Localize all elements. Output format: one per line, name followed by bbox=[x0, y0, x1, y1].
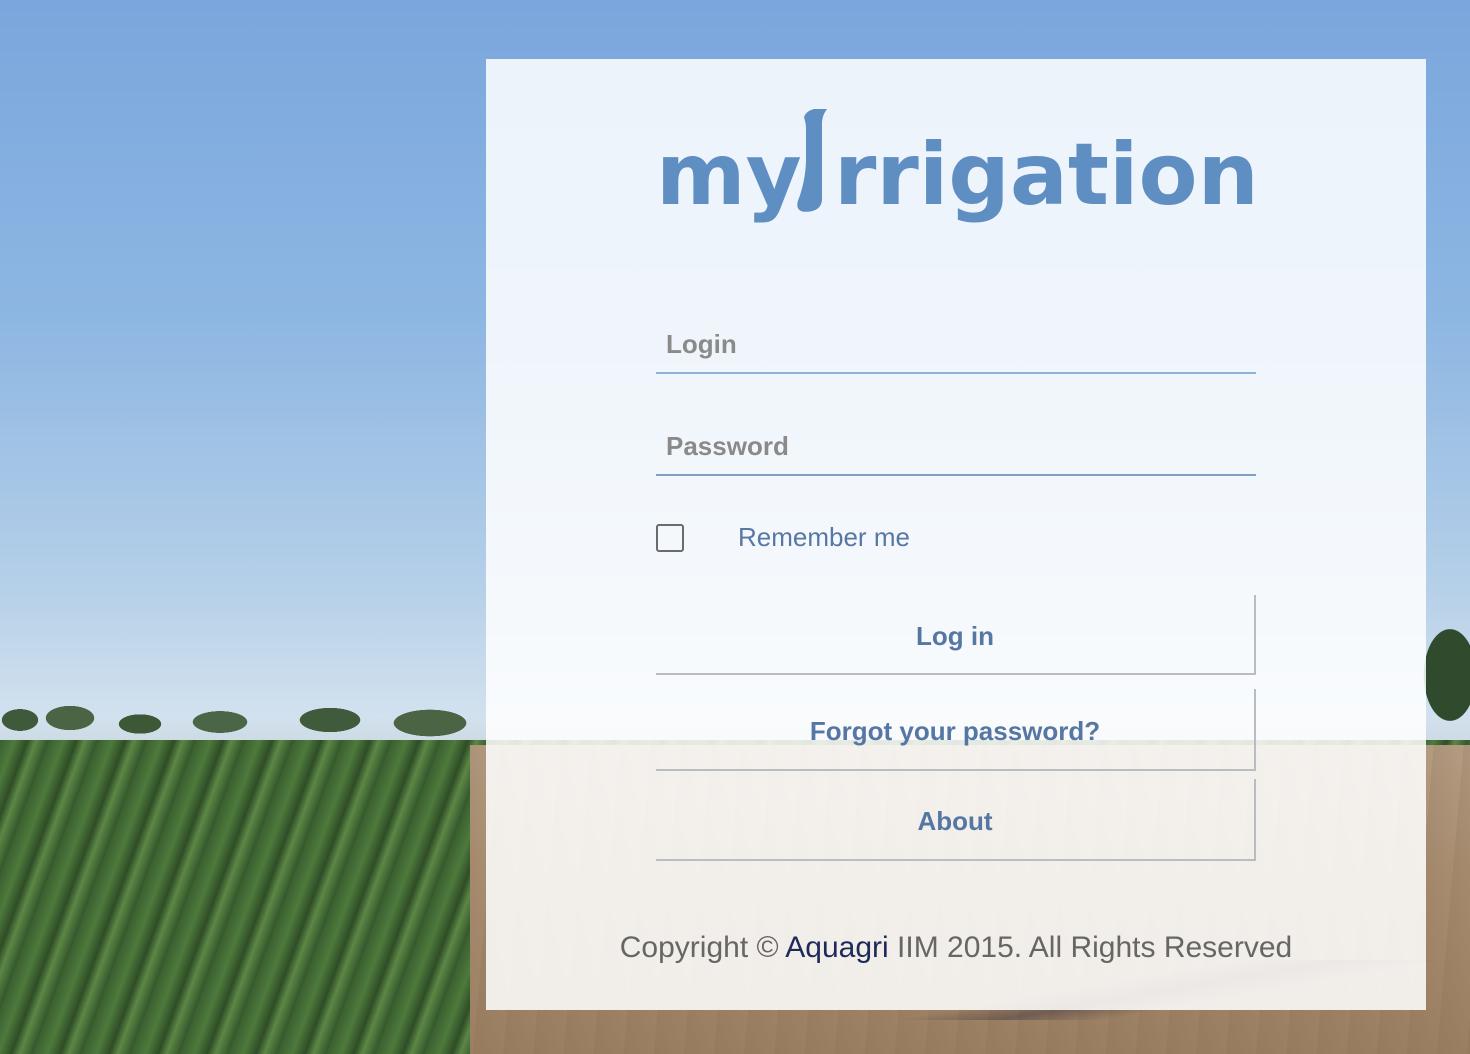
copyright-prefix: Copyright © bbox=[619, 931, 786, 964]
remember-me-label[interactable]: Remember me bbox=[738, 522, 910, 553]
about-button[interactable]: About bbox=[656, 779, 1256, 861]
login-field-wrapper bbox=[656, 321, 1256, 374]
password-input[interactable] bbox=[656, 423, 1256, 476]
myirrigation-logo: my rrigation bbox=[656, 109, 1256, 225]
copyright-footer: Copyright © Aquagri IIM 2015. All Rights… bbox=[486, 931, 1426, 965]
droplet-i-icon bbox=[797, 109, 828, 212]
remember-me-checkbox[interactable] bbox=[656, 523, 684, 552]
aquagri-link[interactable]: Aquagri bbox=[785, 931, 888, 964]
copyright-suffix: IIM 2015. All Rights Reserved bbox=[888, 931, 1293, 964]
logo-text-left: my bbox=[656, 125, 802, 225]
password-field-wrapper bbox=[656, 423, 1256, 476]
forgot-password-button[interactable]: Forgot your password? bbox=[656, 689, 1256, 771]
logo-text-right: rrigation bbox=[834, 125, 1256, 225]
login-input[interactable] bbox=[656, 321, 1256, 374]
background-photo: my rrigation Remember me Log in Forgot y… bbox=[0, 0, 1470, 1054]
remember-me-row[interactable]: Remember me bbox=[656, 522, 910, 553]
login-button[interactable]: Log in bbox=[656, 595, 1256, 675]
login-panel: my rrigation Remember me Log in Forgot y… bbox=[486, 59, 1426, 1010]
